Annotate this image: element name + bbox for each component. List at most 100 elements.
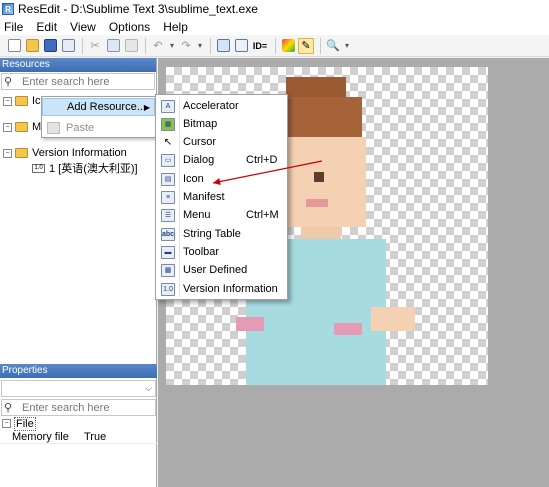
tree-item-version-folder[interactable]: − Version Information: [3, 146, 127, 160]
menu-item-label: Dialog: [183, 154, 215, 166]
menu-item-label: Manifest: [183, 191, 225, 203]
new-file-icon[interactable]: [6, 38, 22, 54]
pencil-icon[interactable]: ✎: [298, 37, 314, 54]
toolbar: ✂ ↶ ▾ ↷ ▾ ID= ✎ 🔍 ▾: [0, 35, 549, 57]
property-row[interactable]: Memory file True: [0, 430, 157, 444]
toolbar-icon: ▬: [161, 245, 175, 259]
chevron-down-icon[interactable]: ▾: [168, 38, 176, 54]
face: [276, 137, 366, 227]
collapse-icon[interactable]: −: [2, 419, 11, 428]
window-title: ResEdit - D:\Sublime Text 3\sublime_text…: [18, 2, 258, 16]
properties-search-input[interactable]: ⚲ Enter search here: [1, 399, 156, 416]
tree-item-version-1[interactable]: 1.0 1 [英语(澳大利亚)]: [32, 161, 138, 175]
property-key: Memory file: [12, 430, 69, 443]
version-info-icon: 1.0: [161, 282, 175, 296]
submenu-item-cursor[interactable]: ↖ Cursor: [158, 133, 286, 151]
collapse-icon[interactable]: −: [3, 122, 12, 132]
eye: [314, 172, 324, 182]
menu-file[interactable]: File: [4, 20, 23, 34]
tree-item-label: Ic: [32, 95, 41, 107]
menu-item-label: String Table: [183, 228, 241, 240]
icon-resource-icon: ▤: [161, 172, 175, 186]
submenu-item-icon[interactable]: ▤ Icon: [158, 170, 286, 188]
tree-item-label: M: [32, 121, 42, 133]
toolbar-separator: [82, 37, 83, 54]
context-menu: Add Resource... ▶ Paste: [41, 96, 156, 138]
cut-icon[interactable]: ✂: [87, 38, 103, 54]
properties-panel: Properties ⌵ ⚲ Enter search here − File …: [0, 364, 157, 444]
menu-item-label: Bitmap: [183, 118, 218, 130]
submenu-item-toolbar[interactable]: ▬ Toolbar: [158, 243, 286, 261]
properties-header: Properties: [0, 364, 157, 378]
chevron-down-icon[interactable]: ⌵: [145, 383, 152, 394]
id-icon[interactable]: ID=: [251, 38, 269, 54]
dialog-icon[interactable]: [233, 38, 249, 54]
view-grid-icon[interactable]: [215, 38, 231, 54]
string-table-icon: abc: [161, 227, 175, 241]
toolbar-separator: [210, 37, 211, 54]
accelerator-icon: A: [161, 99, 175, 113]
collapse-icon[interactable]: −: [3, 148, 12, 158]
tree-item-icon-folder[interactable]: − Ic: [3, 94, 41, 108]
user-defined-icon: ▦: [161, 263, 175, 277]
paste-icon[interactable]: [123, 38, 139, 54]
bitmap-icon: ▦: [161, 117, 175, 131]
open-folder-icon[interactable]: [24, 38, 40, 54]
menu-item-label: Cursor: [183, 136, 217, 148]
menu-item-label: Add Resource...: [67, 101, 146, 113]
print-preview-icon[interactable]: [60, 38, 76, 54]
submenu-item-menu[interactable]: ☰ Menu Ctrl+M: [158, 206, 286, 224]
property-group-label: File: [14, 416, 36, 431]
folder-icon: [15, 148, 28, 158]
color-icon[interactable]: [280, 38, 296, 54]
submenu-arrow-icon: ▶: [143, 102, 150, 112]
submenu-item-bitmap[interactable]: ▦ Bitmap: [158, 115, 286, 133]
app-icon: R: [2, 3, 14, 15]
resources-header: Resources: [0, 58, 156, 72]
paste-icon: [47, 122, 60, 134]
resources-search-input[interactable]: ⚲ Enter search here: [1, 73, 155, 90]
version-info-icon: 1.0: [32, 163, 45, 173]
tree-item-label: Version Information: [32, 147, 127, 159]
menu-edit[interactable]: Edit: [36, 20, 57, 34]
save-icon[interactable]: [42, 38, 58, 54]
menu-view[interactable]: View: [70, 20, 96, 34]
search-icon: ⚲: [4, 75, 13, 88]
toolbar-separator: [320, 37, 321, 54]
menu-bar: File Edit View Options Help: [0, 18, 549, 35]
menu-item-label: Version Information: [183, 283, 278, 295]
property-value[interactable]: True: [72, 431, 106, 443]
submenu-item-user-defined[interactable]: ▦ User Defined: [158, 261, 286, 279]
search-placeholder: Enter search here: [22, 401, 110, 414]
undo-icon[interactable]: ↶: [150, 38, 166, 54]
menu-item-label: User Defined: [183, 264, 248, 276]
property-group-file[interactable]: − File: [0, 416, 157, 431]
menu-item-label: Toolbar: [183, 246, 220, 258]
add-resource-menu-item[interactable]: Add Resource... ▶: [42, 98, 155, 116]
menu-options[interactable]: Options: [109, 20, 150, 34]
submenu-item-manifest[interactable]: ≡ Manifest: [158, 188, 286, 206]
hand: [371, 307, 415, 331]
copy-icon[interactable]: [105, 38, 121, 54]
sleeve-cuff: [236, 317, 264, 331]
submenu-item-accelerator[interactable]: A Accelerator: [158, 97, 286, 115]
properties-object-select[interactable]: ⌵: [1, 380, 156, 397]
menu-item-label: Paste: [66, 122, 95, 134]
paste-menu-item[interactable]: Paste: [42, 119, 155, 137]
tree-item-menu-folder[interactable]: − M: [3, 120, 41, 134]
submenu-item-version-information[interactable]: 1.0 Version Information: [158, 280, 286, 298]
redo-icon[interactable]: ↷: [178, 38, 194, 54]
menu-help[interactable]: Help: [163, 20, 188, 34]
mouth: [306, 199, 328, 207]
chevron-down-icon[interactable]: ▾: [343, 38, 351, 54]
chevron-down-icon[interactable]: ▾: [196, 38, 204, 54]
cursor-icon: ↖: [161, 135, 175, 149]
submenu-item-dialog[interactable]: ▭ Dialog Ctrl+D: [158, 151, 286, 169]
submenu-item-string-table[interactable]: abc String Table: [158, 225, 286, 243]
menu-item-label: Menu: [183, 209, 211, 221]
collapse-icon[interactable]: −: [3, 96, 12, 106]
folder-icon: [15, 96, 28, 106]
menu-item-label: Icon: [183, 173, 204, 185]
toolbar-separator: [275, 37, 276, 54]
zoom-icon[interactable]: 🔍: [325, 38, 341, 54]
